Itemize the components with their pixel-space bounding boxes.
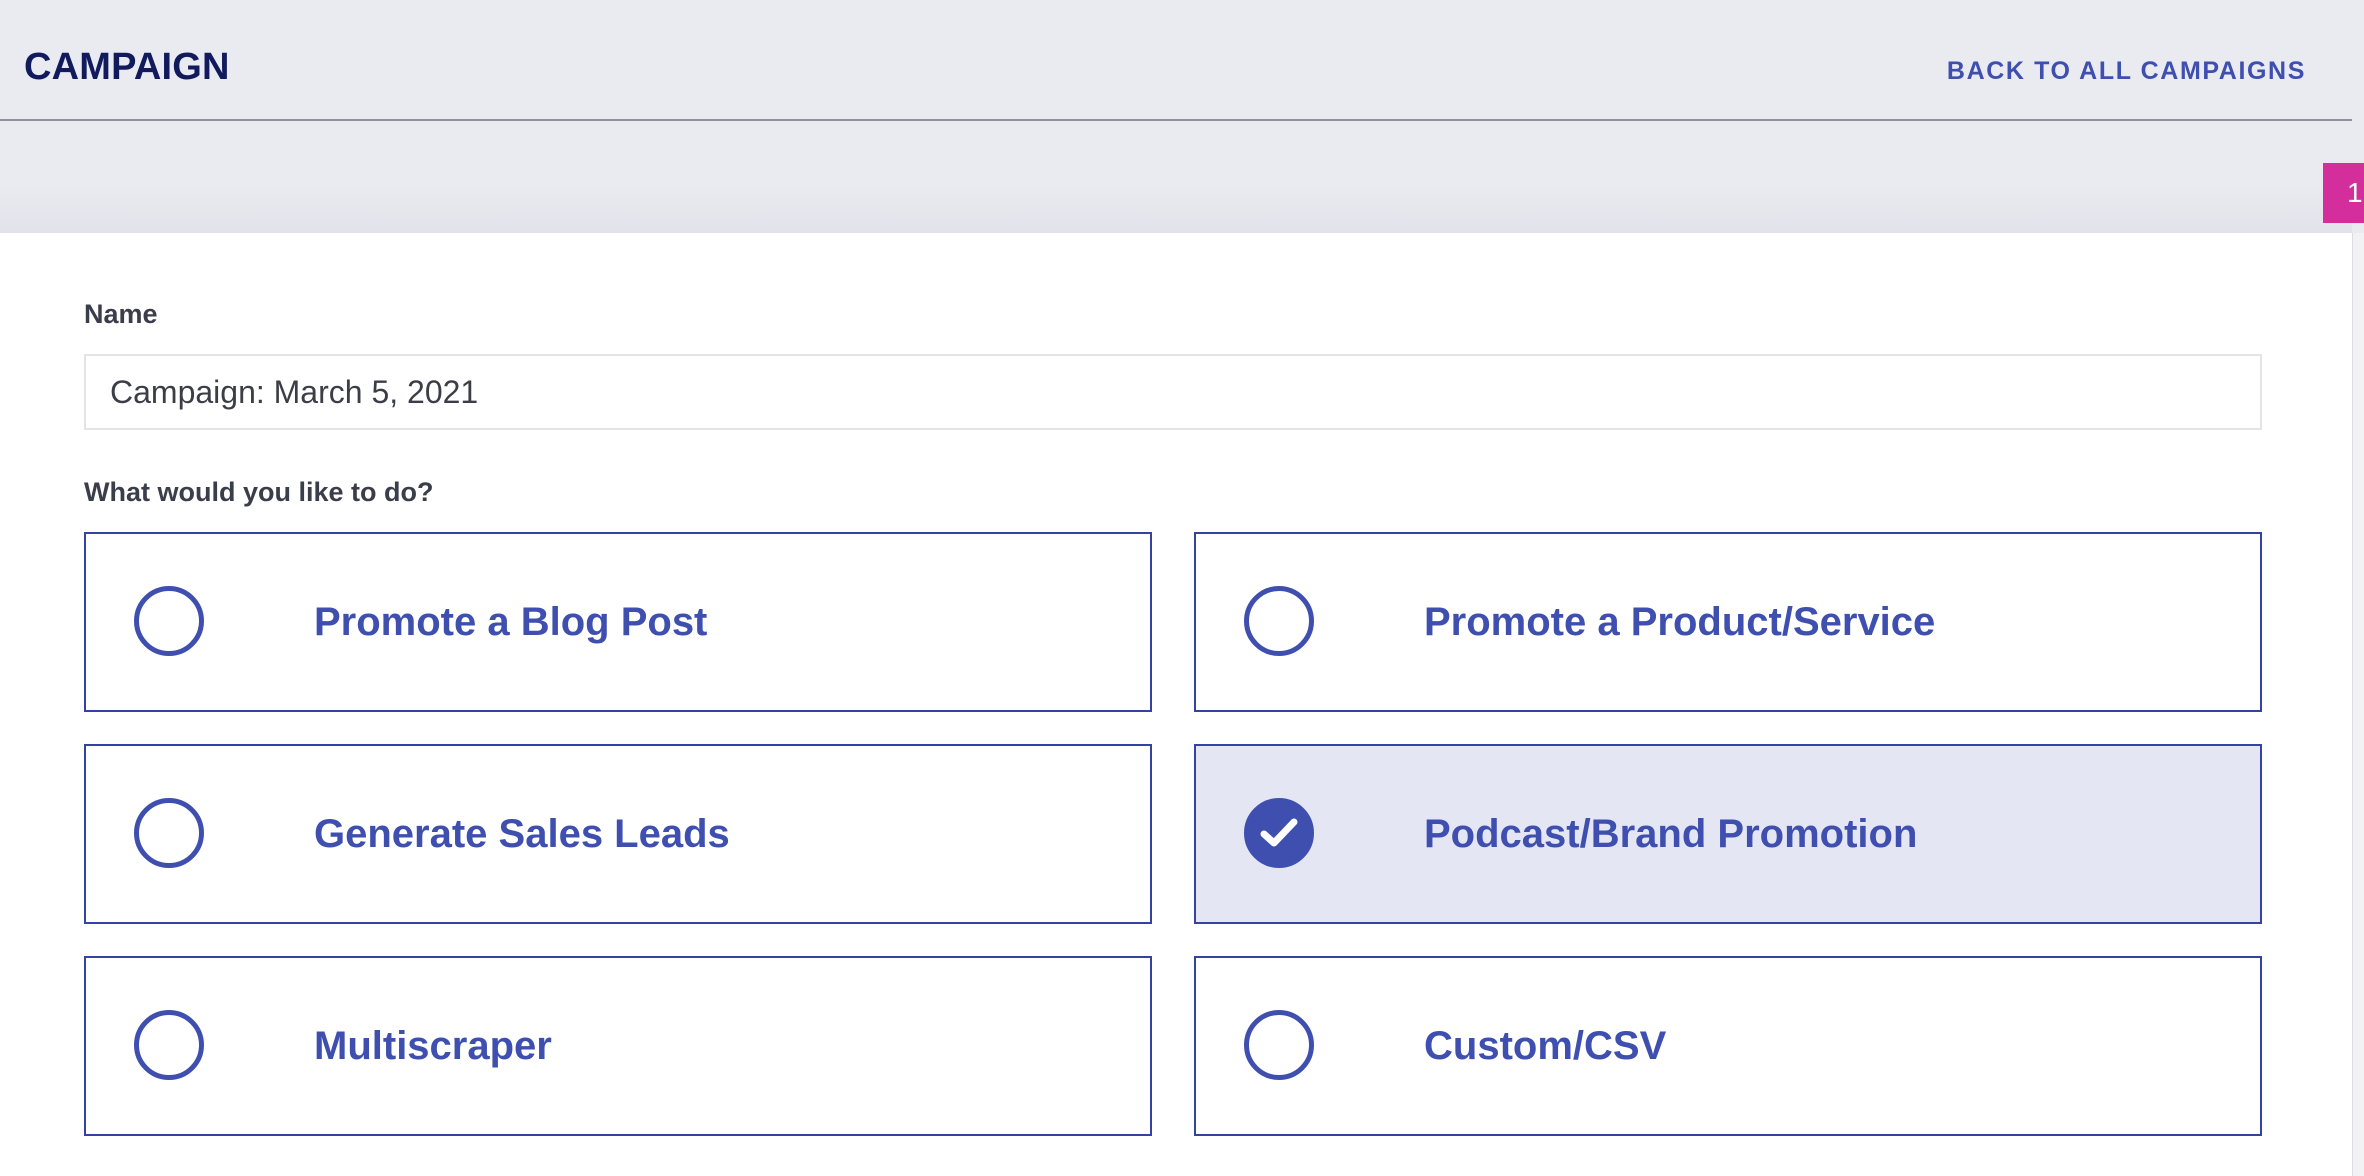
radio-empty-icon [134,586,204,656]
header-band [0,123,2352,233]
campaign-page: CAMPAIGN BACK TO ALL CAMPAIGNS 1 Name Wh… [0,0,2364,1176]
scrollbar[interactable] [2352,233,2364,1176]
page-header: CAMPAIGN BACK TO ALL CAMPAIGNS [0,0,2352,121]
checkmark-icon [1260,818,1298,847]
back-to-all-campaigns-link[interactable]: BACK TO ALL CAMPAIGNS [1947,56,2306,86]
option-label: Promote a Product/Service [1424,600,1936,644]
option-label: Multiscraper [314,1024,552,1068]
radio-empty-icon [1244,1010,1314,1080]
check-circle-icon [1244,798,1314,868]
option-multiscraper[interactable]: Multiscraper [84,956,1152,1136]
option-label: Generate Sales Leads [314,812,730,856]
option-label: Custom/CSV [1424,1024,1667,1068]
option-generate-sales-leads[interactable]: Generate Sales Leads [84,744,1152,924]
option-promote-product-service[interactable]: Promote a Product/Service [1194,532,2262,712]
name-label: Name [84,299,158,329]
campaign-name-input[interactable] [84,354,2262,430]
option-promote-blog-post[interactable]: Promote a Blog Post [84,532,1152,712]
option-label: Podcast/Brand Promotion [1424,812,1918,856]
option-podcast-brand-promotion[interactable]: Podcast/Brand Promotion [1194,744,2262,924]
goal-question-label: What would you like to do? [84,477,434,507]
radio-empty-icon [134,1010,204,1080]
radio-empty-icon [134,798,204,868]
step-badge: 1 [2323,163,2364,223]
option-custom-csv[interactable]: Custom/CSV [1194,956,2262,1136]
radio-empty-icon [1244,586,1314,656]
page-title: CAMPAIGN [24,46,230,88]
option-label: Promote a Blog Post [314,600,708,644]
